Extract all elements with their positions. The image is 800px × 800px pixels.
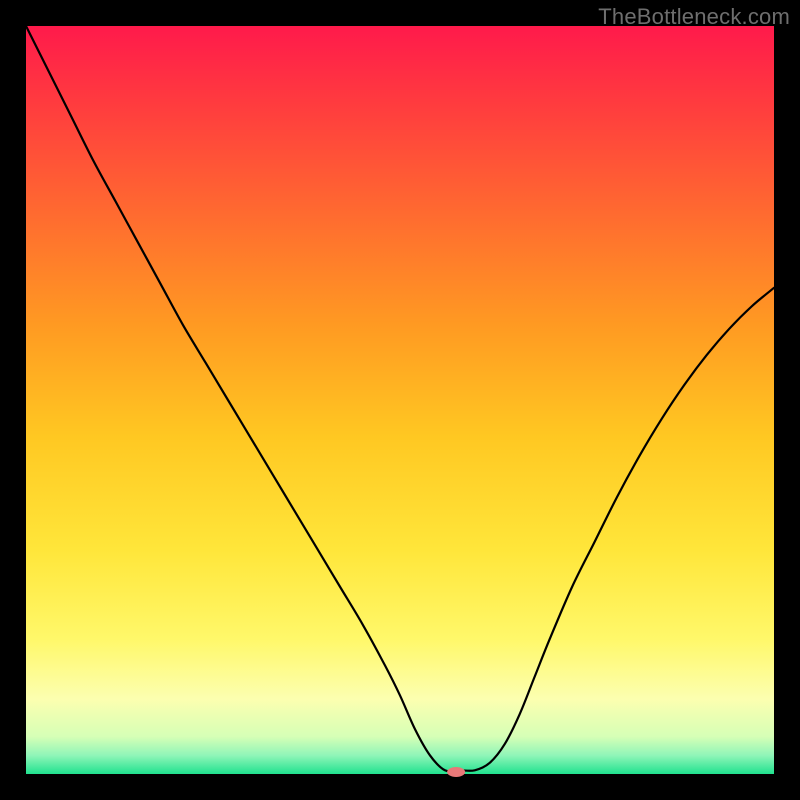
chart-container: TheBottleneck.com [0,0,800,800]
plot-background [26,26,774,774]
bottleneck-chart [0,0,800,800]
watermark-text: TheBottleneck.com [598,4,790,30]
minimum-marker [447,767,465,777]
